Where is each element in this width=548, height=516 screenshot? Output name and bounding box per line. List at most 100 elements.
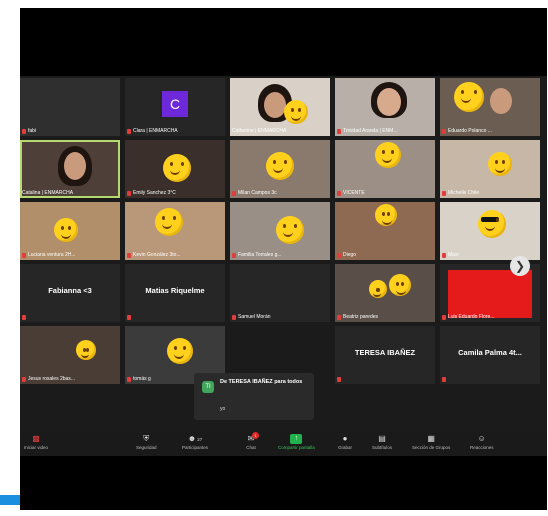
participant-label (442, 377, 446, 382)
participant-tile[interactable]: Trinidad Aranda | ENM... (335, 78, 435, 136)
mic-muted-icon (22, 252, 26, 258)
start-video-button[interactable]: ▩ Iniciar video (24, 434, 48, 450)
participant-label (127, 315, 131, 320)
chat-button[interactable]: ✉ 1 Chat (246, 432, 259, 450)
participant-label: Milan Campos 3c (232, 190, 277, 196)
record-button[interactable]: ● Grabar (338, 434, 352, 450)
participant-label: Samuel Morán (232, 314, 271, 320)
participant-label: Trinidad Aranda | ENM... (337, 128, 397, 134)
participant-tile[interactable]: Fabianna <3 (20, 264, 120, 322)
participant-label: Michelle Chile (442, 190, 479, 196)
participant-label: Clara | ENMARCHA (127, 128, 178, 134)
video-face (490, 88, 512, 114)
participant-label: Eduardo Polanco ... (442, 128, 492, 134)
video-off-icon: ▩ (32, 434, 40, 443)
emoji-face-icon (54, 218, 78, 242)
participant-label: Luciana ventura 2H... (22, 252, 76, 258)
mic-muted-icon (232, 252, 236, 258)
unread-badge: 1 (252, 432, 259, 439)
emoji-face-icon (276, 216, 304, 244)
cc-icon: ▤ (378, 434, 386, 443)
participant-tile[interactable]: Camila Palma 4t... (440, 326, 540, 384)
participant-tile[interactable]: Familia Torrales g... (230, 202, 330, 260)
mic-muted-icon (22, 376, 26, 382)
share-screen-button[interactable]: ↑ Compartir pantalla (278, 434, 315, 450)
participant-tile[interactable]: fabi (20, 78, 120, 136)
mic-muted-icon (337, 377, 341, 382)
participant-tile[interactable]: Samuel Morán (230, 264, 330, 322)
mic-muted-icon (442, 128, 446, 134)
taskbar-edge (0, 495, 20, 505)
grid-icon: ▦ (427, 434, 435, 443)
participant-tile[interactable]: Catalina | ENMARCHA (20, 140, 120, 198)
emoji-face-icon (284, 100, 308, 124)
emoji-face-icon (266, 152, 294, 180)
participant-tile[interactable]: TERESA IBAÑEZ (335, 326, 435, 384)
next-page-arrow-icon[interactable]: ❯ (510, 256, 530, 276)
mic-muted-icon (442, 377, 446, 382)
video-face (64, 152, 86, 180)
participant-label: Luis Eduardo Flore... (442, 314, 494, 320)
participant-tile[interactable]: Diego (335, 202, 435, 260)
mic-muted-icon (127, 190, 131, 196)
participant-label: Jesus rosales 2bas... (22, 376, 75, 382)
participant-label (22, 315, 26, 320)
participant-tile[interactable]: Catherine | ENMARCHA (230, 78, 330, 136)
participant-name-center: Fabianna <3 (48, 286, 92, 295)
mic-muted-icon (232, 190, 236, 196)
emoji-face-icon (488, 152, 512, 176)
participant-label: Emily Sanchez 3°C (127, 190, 176, 196)
emoji-face-icon (369, 280, 387, 298)
participant-tile[interactable]: Beatriz paredes (335, 264, 435, 322)
participant-name-center: Camila Palma 4t... (458, 348, 522, 357)
participant-label: Maxi (442, 252, 459, 258)
top-black-bar (20, 8, 547, 76)
reactions-button[interactable]: ☺ Reacciones (470, 434, 494, 450)
participant-name-center: TERESA IBAÑEZ (354, 348, 416, 357)
participant-tile[interactable]: Emily Sanchez 3°C (125, 140, 225, 198)
participant-label: Kevin González 3to... (127, 252, 181, 258)
participant-tile[interactable]: Eduardo Polanco ... (440, 78, 540, 136)
chat-notification[interactable]: TI De TERESA IBAÑEZ para todos yo (194, 373, 314, 420)
emoji-face-icon (454, 82, 484, 112)
video-face (377, 88, 401, 116)
mic-muted-icon (442, 190, 446, 196)
mic-muted-icon (22, 315, 26, 320)
participant-tile[interactable]: VICENTE (335, 140, 435, 198)
participant-tile[interactable]: Michelle Chile (440, 140, 540, 198)
participant-tile[interactable]: Matias Riquelme (125, 264, 225, 322)
participant-label: Catherine | ENMARCHA (232, 128, 287, 134)
share-screen-icon: ↑ (290, 434, 303, 444)
zoom-meeting-window: fabi C Clara | ENMARCHA Catherine | ENMA… (20, 8, 547, 510)
mic-muted-icon (127, 315, 131, 320)
participant-tile[interactable]: C Clara | ENMARCHA (125, 78, 225, 136)
participant-tile[interactable]: Milan Campos 3c (230, 140, 330, 198)
security-button[interactable]: ⛨ Seguridad (136, 434, 157, 450)
mic-muted-icon (337, 252, 341, 258)
mic-muted-icon (442, 252, 446, 258)
sunglasses-emoji-icon (478, 210, 506, 238)
smiley-icon: ☺ (477, 434, 486, 443)
participant-label: VICENTE (337, 190, 365, 196)
mic-muted-icon (22, 128, 26, 134)
mic-muted-icon (127, 252, 131, 258)
participants-button[interactable]: ☻27 Participantes (182, 434, 208, 450)
participant-label: tomás g (127, 376, 151, 382)
red-video-feed (448, 270, 532, 318)
participant-name-center: Matias Riquelme (145, 286, 205, 295)
emoji-face-icon (375, 204, 397, 226)
participant-label: Diego (337, 252, 356, 258)
subtitles-button[interactable]: ▤ Subtítulos (372, 434, 392, 450)
participant-tile[interactable]: Kevin González 3to... (125, 202, 225, 260)
emoji-face-icon (375, 142, 401, 168)
emoji-face-icon (163, 154, 191, 182)
breakout-rooms-button[interactable]: ▦ Sección de Grupos (412, 434, 450, 450)
mic-muted-icon (442, 314, 446, 320)
emoji-face-icon (389, 274, 411, 296)
mic-muted-icon (127, 376, 131, 382)
participant-tile[interactable]: Luciana ventura 2H... (20, 202, 120, 260)
participant-tile[interactable]: Jesus rosales 2bas... (20, 326, 120, 384)
shield-icon: ⛨ (143, 434, 150, 443)
avatar: C (162, 91, 188, 117)
participant-tile[interactable]: Maxi (440, 202, 540, 260)
